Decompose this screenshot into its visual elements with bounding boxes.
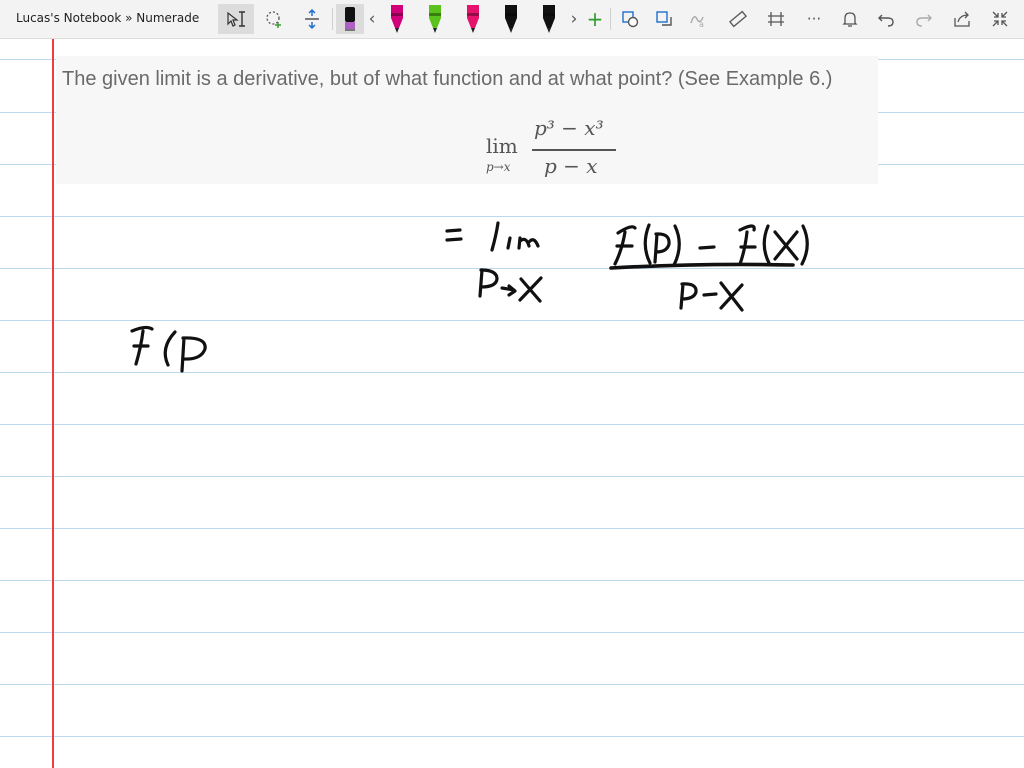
pen-icon: [429, 5, 441, 33]
ink-to-math-button[interactable]: a: [684, 4, 712, 34]
pen-icon: [543, 5, 555, 33]
lasso-select-button[interactable]: [258, 4, 290, 34]
shapes-icon: [622, 11, 639, 28]
fraction-denominator: p − x: [544, 154, 598, 178]
lasso-select-icon: [266, 11, 281, 28]
toolbar: Lucas's Notebook » Numerade ‹ › + a ···: [0, 0, 1024, 39]
pens-scroll-right-button[interactable]: ›: [566, 4, 582, 34]
redo-icon: [916, 14, 932, 27]
chevron-right-icon: ›: [570, 8, 578, 29]
share-icon: [954, 11, 970, 27]
math-icon: [768, 12, 784, 26]
pens-scroll-left-button[interactable]: ‹: [364, 4, 380, 34]
pen-icon: [505, 5, 517, 33]
pen-black-2-button[interactable]: [498, 4, 524, 34]
pen-green-button[interactable]: [422, 4, 448, 34]
problem-text: The given limit is a derivative, but of …: [62, 68, 833, 90]
redo-button[interactable]: [910, 4, 938, 34]
notifications-button[interactable]: [836, 4, 864, 34]
ruler-button[interactable]: [724, 4, 752, 34]
pen-magenta-button[interactable]: [384, 4, 410, 34]
chevron-left-icon: ‹: [368, 8, 376, 29]
math-button[interactable]: [762, 4, 790, 34]
more-icon: ···: [806, 9, 822, 28]
shapes-button[interactable]: [616, 4, 644, 34]
collapse-icon: [992, 11, 1008, 27]
lim-word: lim: [486, 134, 518, 158]
text-cursor-icon: [227, 11, 245, 27]
pen-icon: [467, 5, 479, 33]
insert-space-button[interactable]: [296, 4, 328, 34]
pen-black-selected[interactable]: [336, 4, 364, 34]
fullscreen-exit-button[interactable]: [986, 4, 1014, 34]
undo-icon: [878, 14, 894, 27]
ink-to-math-icon: a: [690, 16, 704, 29]
add-icon: +: [586, 7, 604, 31]
bell-icon: [842, 12, 858, 27]
lim-subscript: p→x: [486, 160, 511, 174]
ruler-icon: [729, 10, 747, 28]
pen-black-3-button[interactable]: [536, 4, 562, 34]
pen-icon: [391, 5, 403, 33]
convert-shape-icon: [656, 11, 672, 26]
share-button[interactable]: [948, 4, 976, 34]
undo-button[interactable]: [872, 4, 900, 34]
page-margin-line: [52, 39, 54, 768]
text-select-mode-button[interactable]: [218, 4, 254, 34]
marker-black-icon: [345, 7, 355, 31]
problem-image: The given limit is a derivative, but of …: [56, 56, 878, 184]
pen-pink-button[interactable]: [460, 4, 486, 34]
add-pen-button[interactable]: +: [584, 4, 606, 34]
more-options-button[interactable]: ···: [800, 4, 828, 34]
notebook-title: Lucas's Notebook » Numerade: [16, 11, 200, 25]
svg-text:a: a: [699, 20, 704, 29]
insert-space-icon: [305, 8, 319, 30]
ink-to-shape-button[interactable]: [650, 4, 678, 34]
fraction-numerator: p³ − x³: [534, 116, 604, 140]
fraction-bar: [532, 149, 616, 151]
